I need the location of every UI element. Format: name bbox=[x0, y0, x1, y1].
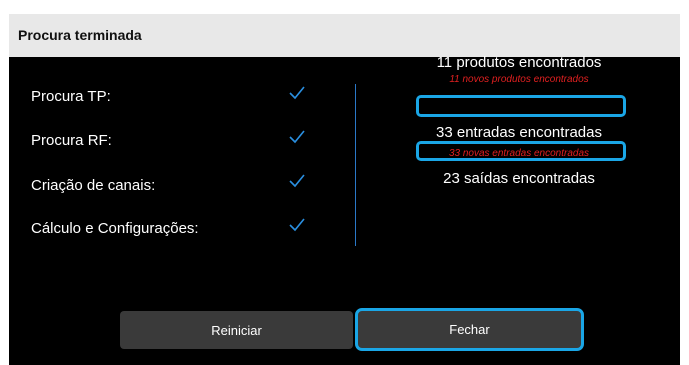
vertical-divider bbox=[355, 84, 356, 246]
step-label-rf-scan: Procura RF: bbox=[31, 132, 112, 149]
step-label-tp-scan: Procura TP: bbox=[31, 88, 111, 105]
check-icon bbox=[289, 130, 305, 144]
dialog-titlebar: Procura terminada bbox=[9, 14, 680, 57]
step-label-calculation-config: Cálculo e Configurações: bbox=[31, 220, 199, 237]
restart-button-label: Reiniciar bbox=[211, 322, 262, 338]
close-button-label: Fechar bbox=[449, 322, 490, 337]
check-icon bbox=[289, 86, 305, 100]
close-button[interactable]: Fechar bbox=[355, 308, 584, 351]
step-label-channel-creation: Criação de canais: bbox=[31, 177, 156, 194]
outputs-found-text: 23 saídas encontradas bbox=[443, 170, 595, 187]
products-found-text: 11 produtos encontrados bbox=[436, 54, 602, 71]
new-products-highlight bbox=[416, 95, 626, 117]
restart-button[interactable]: Reiniciar bbox=[120, 311, 353, 349]
dialog-title: Procura terminada bbox=[18, 27, 142, 43]
new-products-text: 11 novos produtos encontrados bbox=[449, 74, 589, 85]
new-inputs-text: 33 novas entradas encontradas bbox=[448, 148, 590, 159]
check-icon bbox=[289, 174, 305, 188]
scan-complete-dialog: Procura terminada Procura TP: Procura RF… bbox=[9, 14, 680, 365]
inputs-found-text: 33 entradas encontradas bbox=[436, 124, 602, 141]
check-icon bbox=[289, 218, 305, 232]
